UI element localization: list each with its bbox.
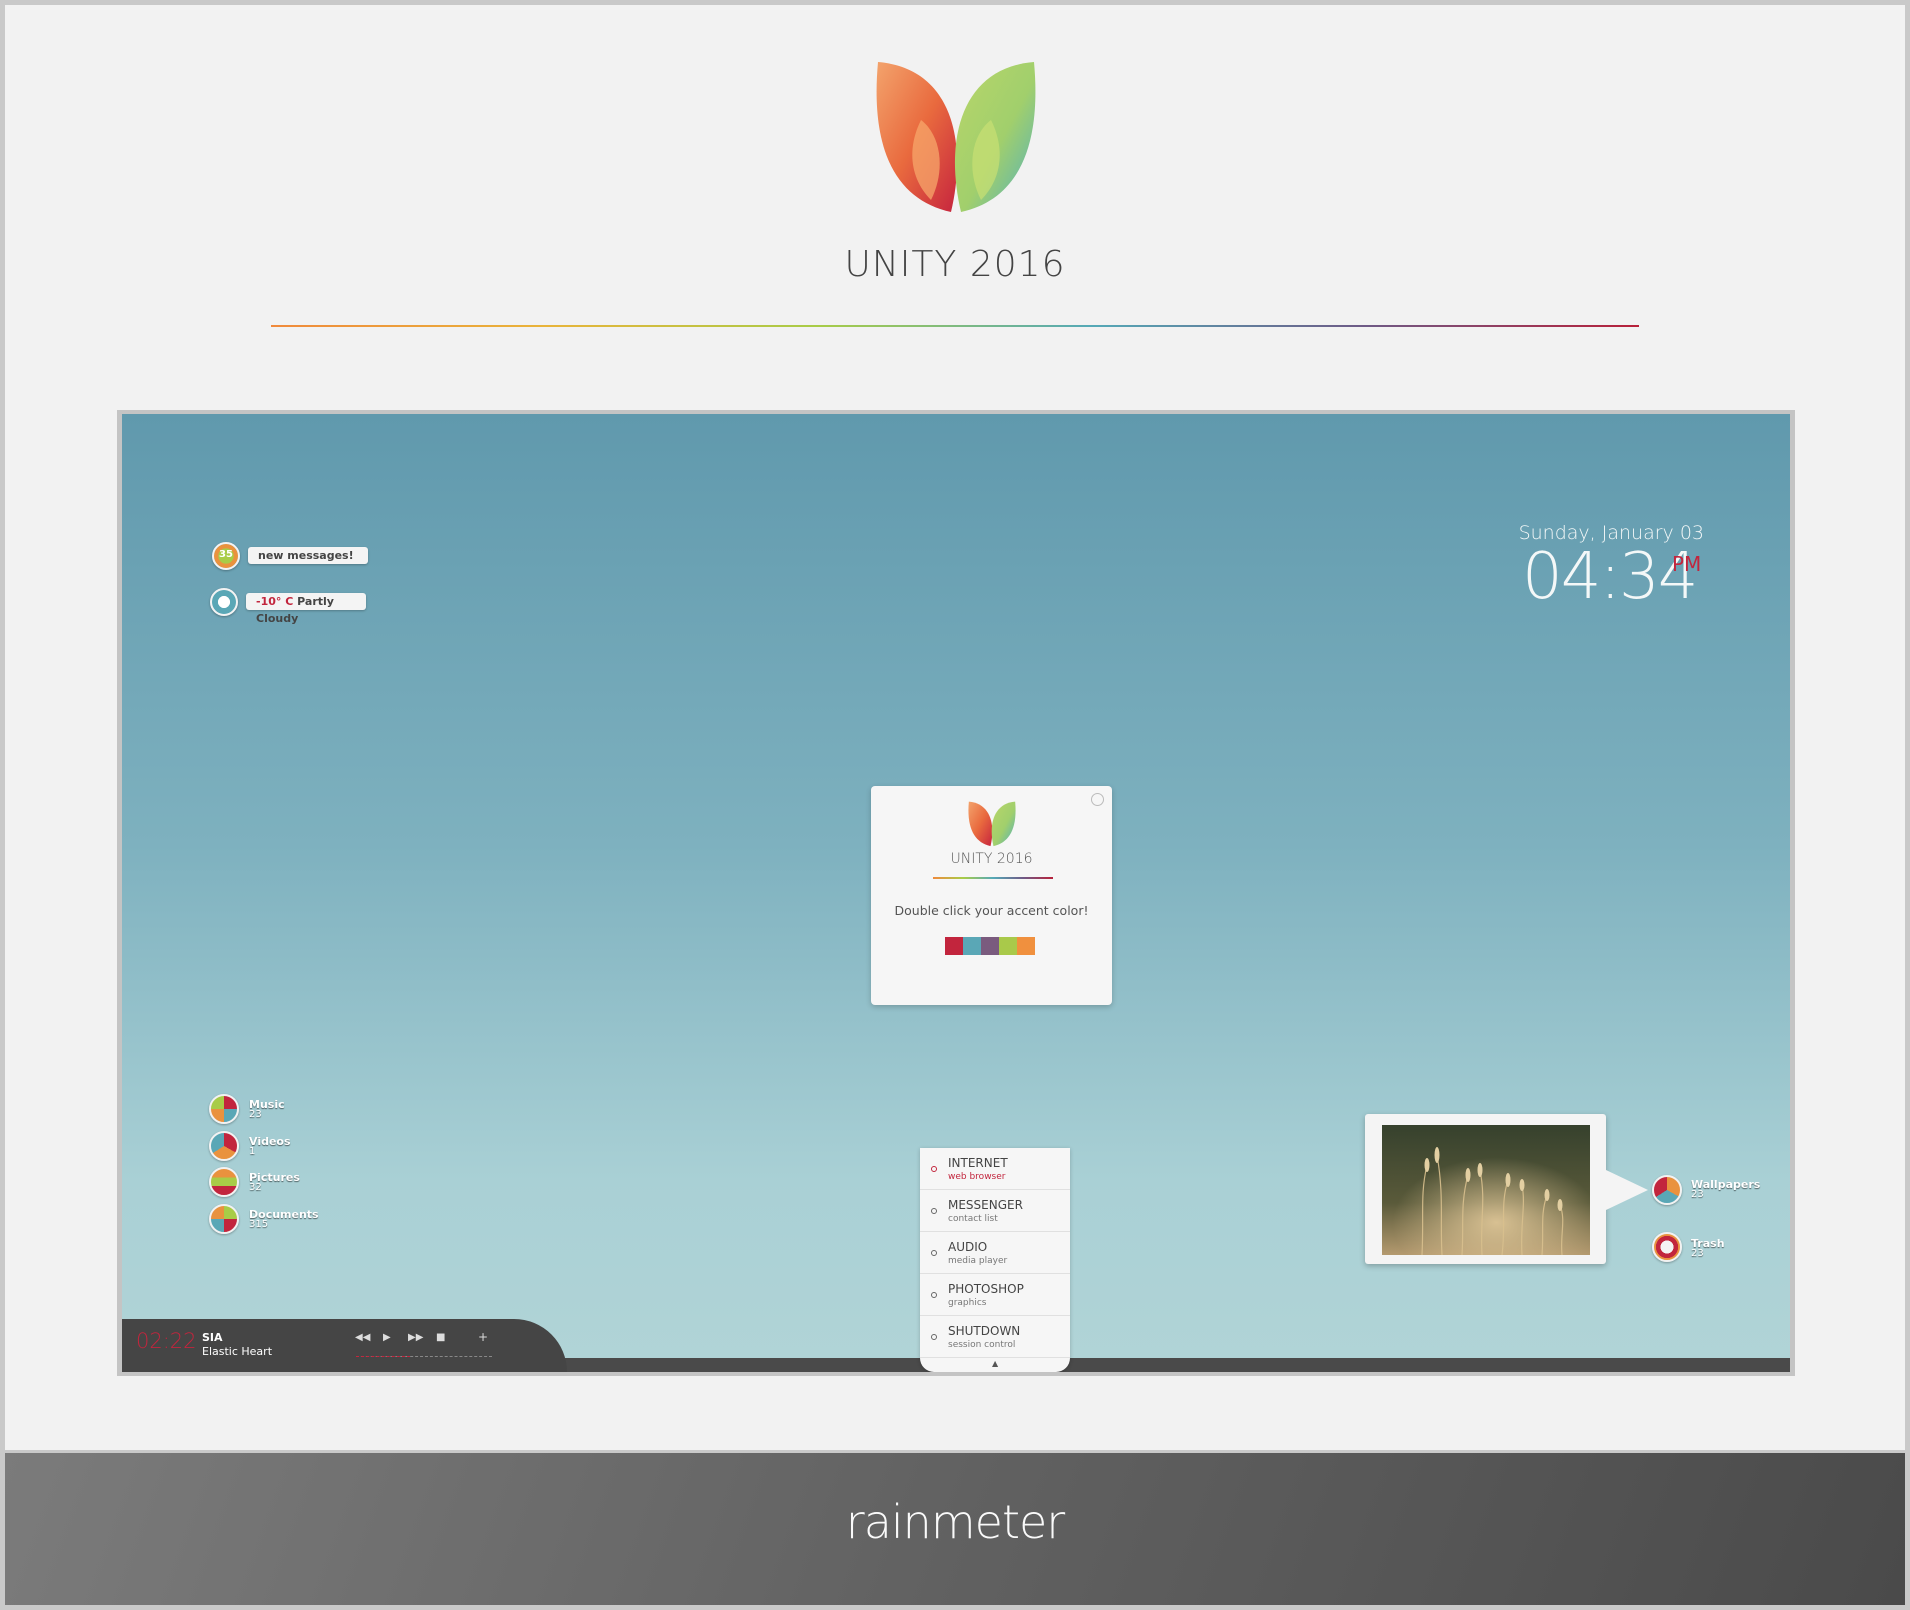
launcher-item-title: PHOTOSHOP [948, 1282, 1024, 1296]
shortcut-wallpapers[interactable]: Wallpapers 23 [1691, 1179, 1760, 1200]
player-song: Elastic Heart [202, 1345, 273, 1358]
player-progress-fill [356, 1356, 411, 1357]
launcher-item-title: MESSENGER [948, 1198, 1023, 1212]
launcher-item-photoshop[interactable]: PHOTOSHOP graphics [920, 1274, 1070, 1316]
shortcut-count: 1 [249, 1146, 256, 1157]
swatch-orange[interactable] [1017, 937, 1035, 955]
preview-pointer [1606, 1170, 1648, 1210]
launcher-item-title: INTERNET [948, 1156, 1008, 1170]
launcher-item-shutdown[interactable]: SHUTDOWN session control [920, 1316, 1070, 1358]
shortcut-trash[interactable]: Trash 23 [1691, 1238, 1725, 1259]
documents-icon[interactable] [209, 1204, 239, 1234]
music-icon[interactable] [209, 1094, 239, 1124]
media-player: 02:22 SIA Elastic Heart ◀◀ ▶ ▶▶ ■ + [122, 1319, 567, 1372]
unity-logo-small [968, 801, 1016, 847]
shortcut-count: 315 [249, 1219, 269, 1230]
add-icon[interactable]: + [478, 1330, 488, 1344]
footer-brand: rainmeter [845, 1495, 1065, 1549]
swatch-red[interactable] [945, 937, 963, 955]
page-title: UNITY 2016 [844, 244, 1066, 285]
bullet-icon [931, 1250, 937, 1256]
accent-color-dialog: UNITY 2016 Double click your accent colo… [871, 786, 1112, 1005]
accent-swatches [945, 937, 1035, 955]
shortcut-videos[interactable]: Videos 1 [249, 1135, 291, 1157]
shortcut-pictures[interactable]: Pictures 32 [249, 1172, 300, 1193]
wallpaper-thumbnail[interactable] [1382, 1125, 1590, 1255]
messages-icon[interactable]: 35 [212, 542, 240, 570]
weather-icon[interactable] [210, 588, 238, 616]
launcher-item-internet[interactable]: INTERNET web browser [920, 1148, 1070, 1190]
launcher-item-audio[interactable]: AUDIO media player [920, 1232, 1070, 1274]
launcher-item-subtitle: contact list [948, 1214, 998, 1224]
messages-text: new messages! [258, 549, 354, 562]
close-icon[interactable] [1091, 793, 1104, 806]
stop-icon[interactable]: ■ [436, 1332, 445, 1343]
dialog-divider [933, 877, 1053, 879]
clock-time: 04:34 [1522, 540, 1698, 614]
trash-icon[interactable] [1652, 1232, 1682, 1262]
bullet-icon [931, 1208, 937, 1214]
unity-logo [876, 62, 1036, 212]
launcher-item-title: AUDIO [948, 1240, 988, 1254]
active-indicator-icon [931, 1166, 937, 1172]
launcher-item-messenger[interactable]: MESSENGER contact list [920, 1190, 1070, 1232]
pictures-icon[interactable] [209, 1167, 239, 1197]
shortcut-music[interactable]: Music 23 [249, 1099, 285, 1120]
shortcut-count: 23 [1691, 1189, 1704, 1200]
launcher-item-subtitle: web browser [948, 1172, 1006, 1182]
shortcut-count: 23 [1691, 1248, 1704, 1259]
collapse-caret-icon[interactable]: ▲ [992, 1359, 998, 1368]
shortcut-label: Videos [249, 1135, 291, 1148]
dialog-title: UNITY 2016 [950, 851, 1033, 867]
launcher-item-title: SHUTDOWN [948, 1324, 1021, 1338]
launcher-item-subtitle: graphics [948, 1298, 987, 1308]
previous-icon[interactable]: ◀◀ [355, 1332, 370, 1343]
shortcut-documents[interactable]: Documents 315 [249, 1209, 319, 1230]
videos-icon[interactable] [209, 1131, 239, 1161]
launcher-item-subtitle: media player [948, 1256, 1008, 1266]
messages-count: 35 [219, 549, 233, 560]
next-icon[interactable]: ▶▶ [408, 1332, 423, 1343]
launcher-menu: INTERNET web browser MESSENGER contact l… [920, 1148, 1070, 1372]
clock-ampm: PM [1672, 552, 1702, 576]
messages-notification[interactable]: new messages! [248, 547, 368, 564]
weather-widget[interactable]: -10° C Partly Cloudy [246, 593, 366, 625]
launcher-item-subtitle: session control [948, 1340, 1016, 1350]
bullet-icon [931, 1292, 937, 1298]
player-time: 02:22 [136, 1329, 197, 1353]
swatch-green[interactable] [999, 937, 1017, 955]
bullet-icon [931, 1334, 937, 1340]
shortcut-count: 32 [249, 1182, 262, 1193]
play-icon[interactable]: ▶ [383, 1332, 391, 1343]
weather-temp: -10° C [256, 595, 294, 608]
swatch-teal[interactable] [963, 937, 981, 955]
shortcut-count: 23 [249, 1109, 262, 1120]
player-progress[interactable] [356, 1356, 492, 1357]
footer-banner: rainmeter [5, 1453, 1905, 1605]
rainbow-divider [271, 325, 1639, 327]
swatch-purple[interactable] [981, 937, 999, 955]
wallpaper-preview [1365, 1114, 1606, 1264]
dialog-instruction: Double click your accent color! [894, 903, 1089, 918]
wallpapers-icon[interactable] [1652, 1175, 1682, 1205]
desktop-preview: 35 new messages! -10° C Partly Cloudy Su… [122, 414, 1790, 1372]
player-artist: SIA [202, 1331, 223, 1344]
